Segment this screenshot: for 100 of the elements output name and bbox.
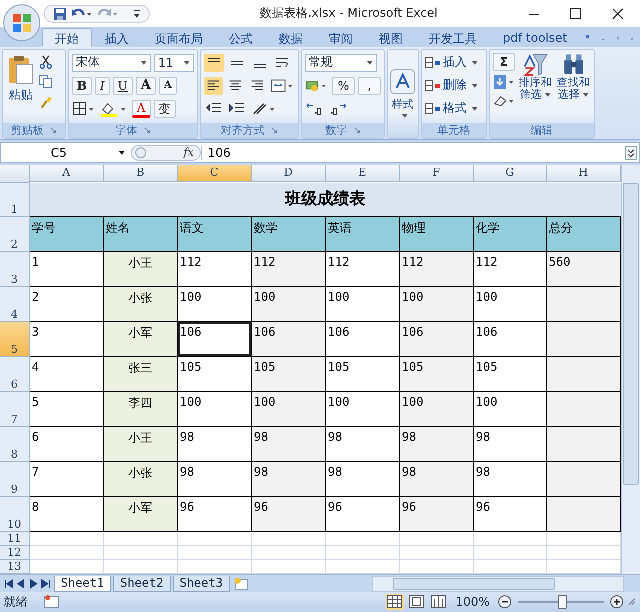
table-cell: 98 <box>326 462 400 498</box>
row-header[interactable]: 11 <box>0 532 30 546</box>
horizontal-scrollbar[interactable] <box>372 576 624 592</box>
scissors-icon[interactable] <box>39 54 53 69</box>
ribbon-tab[interactable]: pdf toolset <box>490 28 580 47</box>
dialog-launcher-icon[interactable] <box>271 126 278 134</box>
row-header[interactable]: 13 <box>0 560 30 574</box>
insert-function-button[interactable]: fx <box>184 146 194 160</box>
dialog-launcher-icon[interactable] <box>354 126 360 134</box>
column-header[interactable]: E <box>326 165 400 182</box>
row-header[interactable]: 9 <box>0 462 30 498</box>
table-cell: 100 <box>474 287 547 322</box>
window-title: 数据表格.xlsx - Microsoft Excel <box>259 5 439 22</box>
ribbon-tab[interactable]: 开发工具 <box>416 28 490 47</box>
row-header[interactable]: 1 <box>0 183 30 218</box>
font-style-button[interactable]: B <box>72 76 92 95</box>
table-cell: 100 <box>326 392 400 428</box>
customize-caret-icon[interactable] <box>133 8 141 19</box>
page-break-view-icon[interactable] <box>430 594 448 610</box>
expand-icon[interactable] <box>625 146 637 160</box>
row-header[interactable]: 12 <box>0 546 30 560</box>
paste-button[interactable]: 粘贴 <box>6 52 36 120</box>
zoom-in-icon[interactable] <box>610 595 624 609</box>
number-format-dropdown[interactable]: 常规 <box>305 54 377 72</box>
comma-style-button[interactable]: , <box>358 76 381 95</box>
column-header[interactable]: F <box>400 165 474 182</box>
ribbon-tab[interactable]: 开始 <box>42 28 92 47</box>
column-header[interactable]: A <box>30 165 104 182</box>
group-label: 剪贴板 <box>11 122 44 138</box>
name-box[interactable]: C5 <box>1 146 131 160</box>
dialog-launcher-icon[interactable] <box>144 126 150 134</box>
row-header[interactable]: 3 <box>0 252 30 288</box>
autosum-button[interactable]: Σ <box>493 52 515 71</box>
scroll-thumb[interactable] <box>623 183 639 486</box>
macro-record-icon[interactable] <box>44 595 60 609</box>
phonetic-button[interactable]: 变 <box>154 100 176 118</box>
maximize-icon[interactable] <box>570 8 582 20</box>
font-style-button[interactable]: I <box>95 76 110 95</box>
column-header[interactable]: D <box>252 165 326 182</box>
table-cell: 98 <box>252 462 326 498</box>
sheet-tab[interactable]: Sheet1 <box>54 576 112 592</box>
sheet-title: 班级成绩表 <box>30 183 621 218</box>
brush-icon[interactable] <box>39 94 53 109</box>
ribbon-tab[interactable]: 视图 <box>366 28 416 47</box>
column-header[interactable]: G <box>474 165 547 182</box>
fill-down-icon[interactable] <box>493 74 515 90</box>
zoom-slider-thumb[interactable] <box>558 595 567 609</box>
table-cell: 98 <box>400 462 474 498</box>
font-color-button[interactable]: A <box>132 100 151 118</box>
ribbon-tab[interactable]: 审阅 <box>316 28 366 47</box>
page-view-icon[interactable] <box>408 594 426 610</box>
table-cell: 小张 <box>104 287 178 322</box>
ribbon-tab[interactable]: 插入 <box>92 28 142 47</box>
shrink-font-button[interactable]: A <box>159 76 177 95</box>
sheet-tab[interactable]: Sheet3 <box>172 576 230 592</box>
row-header[interactable]: 10 <box>0 497 30 532</box>
cells-menu-button[interactable]: 格式 <box>425 98 483 119</box>
fill-bucket-icon[interactable] <box>99 100 129 117</box>
save-icon[interactable] <box>53 6 67 21</box>
row-header[interactable]: 4 <box>0 287 30 322</box>
sheet-tab[interactable]: Sheet2 <box>113 576 171 592</box>
font-name-dropdown[interactable]: 宋体 <box>72 54 152 72</box>
row-header[interactable]: 2 <box>0 217 30 252</box>
column-header[interactable]: H <box>547 165 621 182</box>
sort-filter-button[interactable]: 排序和 筛选 <box>518 52 553 120</box>
ribbon-tab[interactable]: 公式 <box>216 28 266 47</box>
styles-button[interactable]: 样式 <box>388 50 418 138</box>
ribbon-tab[interactable]: 数据 <box>266 28 316 47</box>
row-header[interactable]: 6 <box>0 357 30 392</box>
font-size-dropdown[interactable]: 11 <box>154 54 194 72</box>
row-header[interactable]: 7 <box>0 392 30 428</box>
dialog-launcher-icon[interactable] <box>50 126 57 134</box>
borders-icon[interactable] <box>72 100 96 117</box>
horizontal-align-icon[interactable] <box>204 76 224 95</box>
cells-menu-button[interactable]: 插入 <box>425 52 483 73</box>
table-cell: 100 <box>400 287 474 322</box>
table-cell: 100 <box>474 392 547 428</box>
find-select-button[interactable]: 查找和 选择 <box>556 52 591 120</box>
column-header[interactable]: B <box>104 165 178 182</box>
grow-font-button[interactable]: A <box>136 76 156 95</box>
table-cell: 语文 <box>178 217 252 252</box>
zoom-out-icon[interactable] <box>498 595 512 609</box>
close-icon[interactable] <box>612 8 624 20</box>
scroll-thumb[interactable] <box>393 578 555 590</box>
column-header[interactable]: C <box>178 165 252 182</box>
row-header[interactable]: 5 <box>0 322 30 358</box>
vertical-align-icon[interactable] <box>204 54 224 72</box>
vertical-scrollbar[interactable] <box>621 165 640 574</box>
resize-grip-icon[interactable] <box>628 598 636 606</box>
sheet-navigation-icon[interactable] <box>4 578 52 589</box>
table-cell: 560 <box>547 252 621 288</box>
cells-menu-button[interactable]: 删除 <box>425 76 483 96</box>
table-cell: 李四 <box>104 392 178 428</box>
grid-view-icon[interactable] <box>386 594 404 610</box>
ribbon-tab[interactable]: 页面布局 <box>142 28 216 47</box>
copy-icon[interactable] <box>39 74 53 89</box>
row-header[interactable]: 8 <box>0 427 30 462</box>
font-style-button[interactable]: U <box>112 76 134 95</box>
percent-button[interactable]: % <box>332 76 356 95</box>
table-cell: 98 <box>474 427 547 462</box>
